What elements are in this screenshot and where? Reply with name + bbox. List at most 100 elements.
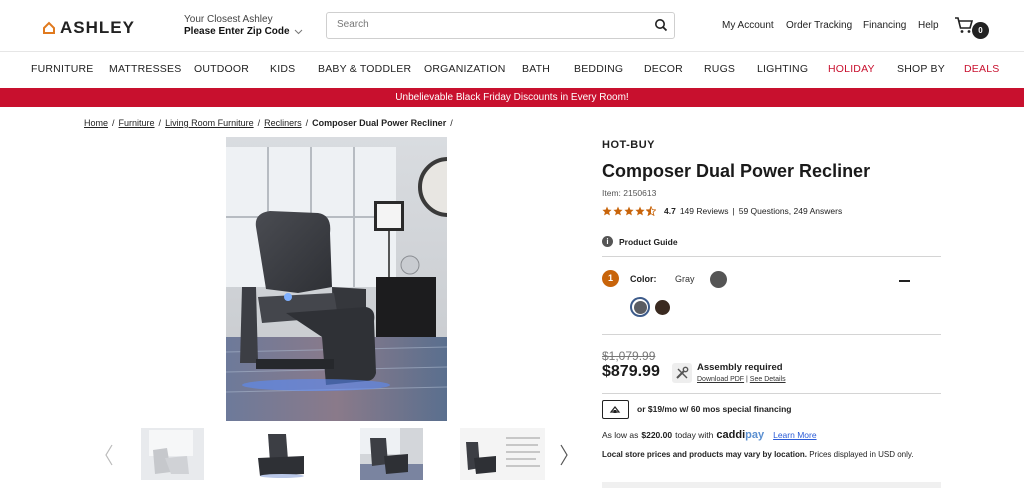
step-number-badge: 1 [602, 270, 619, 287]
see-details-link[interactable]: See Details [750, 376, 786, 383]
order-tracking-link[interactable]: Order Tracking [786, 20, 852, 31]
search-box [326, 12, 675, 39]
breadcrumb-home[interactable]: Home [84, 118, 108, 128]
add-to-cart-panel [602, 482, 941, 488]
divider [602, 256, 941, 257]
help-link[interactable]: Help [918, 20, 939, 31]
financing-card-icon [602, 400, 629, 419]
swatch-gray[interactable] [630, 297, 650, 317]
home-icon [43, 21, 55, 34]
my-account-link[interactable]: My Account [722, 20, 774, 31]
thumbnail-1[interactable] [141, 428, 204, 480]
caddipay-offer: As low as $220.00 today with caddipay Le… [602, 429, 817, 441]
cart-count-badge[interactable]: 0 [972, 22, 989, 39]
zip-prompt-text: Please Enter Zip Code [184, 26, 290, 37]
promo-banner[interactable]: Unbelievable Black Friday Discounts in E… [0, 88, 1024, 107]
logo-text: ASHLEY [60, 18, 135, 37]
product-guide-label: Product Guide [619, 236, 678, 247]
store-note-rest: Prices displayed in USD only. [809, 450, 914, 459]
rating-value: 4.7 [664, 206, 676, 216]
nav-holiday[interactable]: HOLIDAY [828, 63, 875, 75]
item-number: Item: 2150613 [602, 188, 657, 198]
product-main-image[interactable] [226, 137, 447, 421]
caddi-amount: $220.00 [641, 430, 673, 440]
breadcrumb-furniture[interactable]: Furniture [119, 118, 155, 128]
nav-organization[interactable]: ORGANIZATION [424, 63, 506, 75]
divider [602, 393, 941, 394]
store-locator[interactable]: Your Closest Ashley Please Enter Zip Cod… [184, 14, 303, 38]
store-note-bold: Local store prices and products may vary… [602, 450, 807, 459]
rating-summary: 4.7 149 Reviews | 59 Questions, 249 Answ… [602, 206, 842, 216]
questions-link[interactable]: 59 Questions, 249 Answers [739, 206, 842, 216]
product-title: Composer Dual Power Recliner [602, 161, 871, 181]
star-icon [602, 206, 612, 216]
rating-separator: | [732, 206, 735, 216]
info-icon: i [602, 236, 613, 247]
download-pdf-link[interactable]: Download PDF [697, 376, 744, 383]
tools-icon [672, 363, 692, 383]
caddi-suffix: today with [675, 430, 714, 440]
nav-shop-by[interactable]: SHOP BY [897, 63, 945, 75]
star-rating[interactable] [602, 206, 656, 216]
learn-more-link[interactable]: Learn More [773, 430, 816, 440]
nav-furniture[interactable]: FURNITURE [31, 63, 93, 75]
collapse-minus-icon[interactable] [899, 280, 910, 282]
nav-rugs[interactable]: RUGS [704, 63, 735, 75]
product-guide[interactable]: i Product Guide [602, 236, 678, 247]
hot-buy-badge: HOT-BUY [602, 139, 655, 151]
chevron-down-icon [294, 29, 302, 35]
zip-prompt: Please Enter Zip Code [184, 26, 303, 38]
nav-outdoor[interactable]: OUTDOOR [194, 63, 249, 75]
swatch-brown[interactable] [655, 300, 670, 315]
main-nav: FURNITURE MATTRESSES OUTDOOR KIDS BABY &… [0, 52, 1024, 88]
star-icon [613, 206, 623, 216]
caddi-brand-b: pay [745, 429, 765, 441]
search-input[interactable] [337, 19, 637, 30]
breadcrumb-sep: / [112, 118, 115, 128]
nav-deals[interactable]: DEALS [964, 63, 999, 75]
nav-baby-toddler[interactable]: BABY & TODDLER [318, 63, 411, 75]
chevron-left-icon[interactable] [104, 444, 114, 466]
ashley-logo[interactable]: ASHLEY [42, 18, 135, 38]
assembly-links: Download PDF | See Details [697, 376, 786, 383]
breadcrumb: Home / Furniture / Living Room Furniture / … [84, 118, 453, 128]
nav-bath[interactable]: BATH [522, 63, 550, 75]
nav-bedding[interactable]: BEDDING [574, 63, 623, 75]
color-label: Color: [630, 274, 657, 284]
chevron-right-icon[interactable] [559, 444, 569, 466]
color-value: Gray [675, 274, 695, 284]
financing-offer[interactable]: or $19/mo w/ 60 mos special financing [637, 404, 791, 414]
store-price-note: Local store prices and products may vary… [602, 450, 914, 459]
breadcrumb-sep: / [305, 118, 309, 128]
caddi-brand-a: caddi [716, 429, 746, 441]
original-price: $1,079.99 [602, 349, 656, 363]
half-star-icon [646, 206, 656, 216]
breadcrumb-current: Composer Dual Power Recliner [312, 118, 447, 128]
nav-kids[interactable]: KIDS [270, 63, 295, 75]
nav-lighting[interactable]: LIGHTING [757, 63, 808, 75]
nav-mattresses[interactable]: MATTRESSES [109, 63, 181, 75]
breadcrumb-sep: / [450, 118, 453, 128]
divider [602, 334, 941, 335]
thumbnail-3[interactable] [360, 428, 423, 480]
store-locator-label: Your Closest Ashley [184, 14, 273, 25]
star-icon [635, 206, 645, 216]
nav-decor[interactable]: DECOR [644, 63, 683, 75]
breadcrumb-sep: / [257, 118, 261, 128]
selected-color-swatch [710, 271, 727, 288]
caddipay-logo: caddipay [716, 429, 764, 441]
sale-price: $879.99 [602, 363, 660, 380]
star-icon [624, 206, 634, 216]
breadcrumb-sep: / [158, 118, 162, 128]
thumbnail-4[interactable] [460, 428, 545, 480]
breadcrumb-living-room[interactable]: Living Room Furniture [165, 118, 254, 128]
breadcrumb-recliners[interactable]: Recliners [264, 118, 302, 128]
financing-link[interactable]: Financing [863, 20, 906, 31]
thumbnail-2[interactable] [250, 428, 313, 480]
reviews-link[interactable]: 149 Reviews [680, 206, 729, 216]
caddi-prefix: As low as [602, 430, 639, 440]
assembly-title: Assembly required [697, 362, 783, 373]
cart-icon[interactable] [954, 16, 974, 34]
site-header: ASHLEY Your Closest Ashley Please Enter … [0, 0, 1024, 52]
search-icon[interactable] [654, 18, 668, 32]
